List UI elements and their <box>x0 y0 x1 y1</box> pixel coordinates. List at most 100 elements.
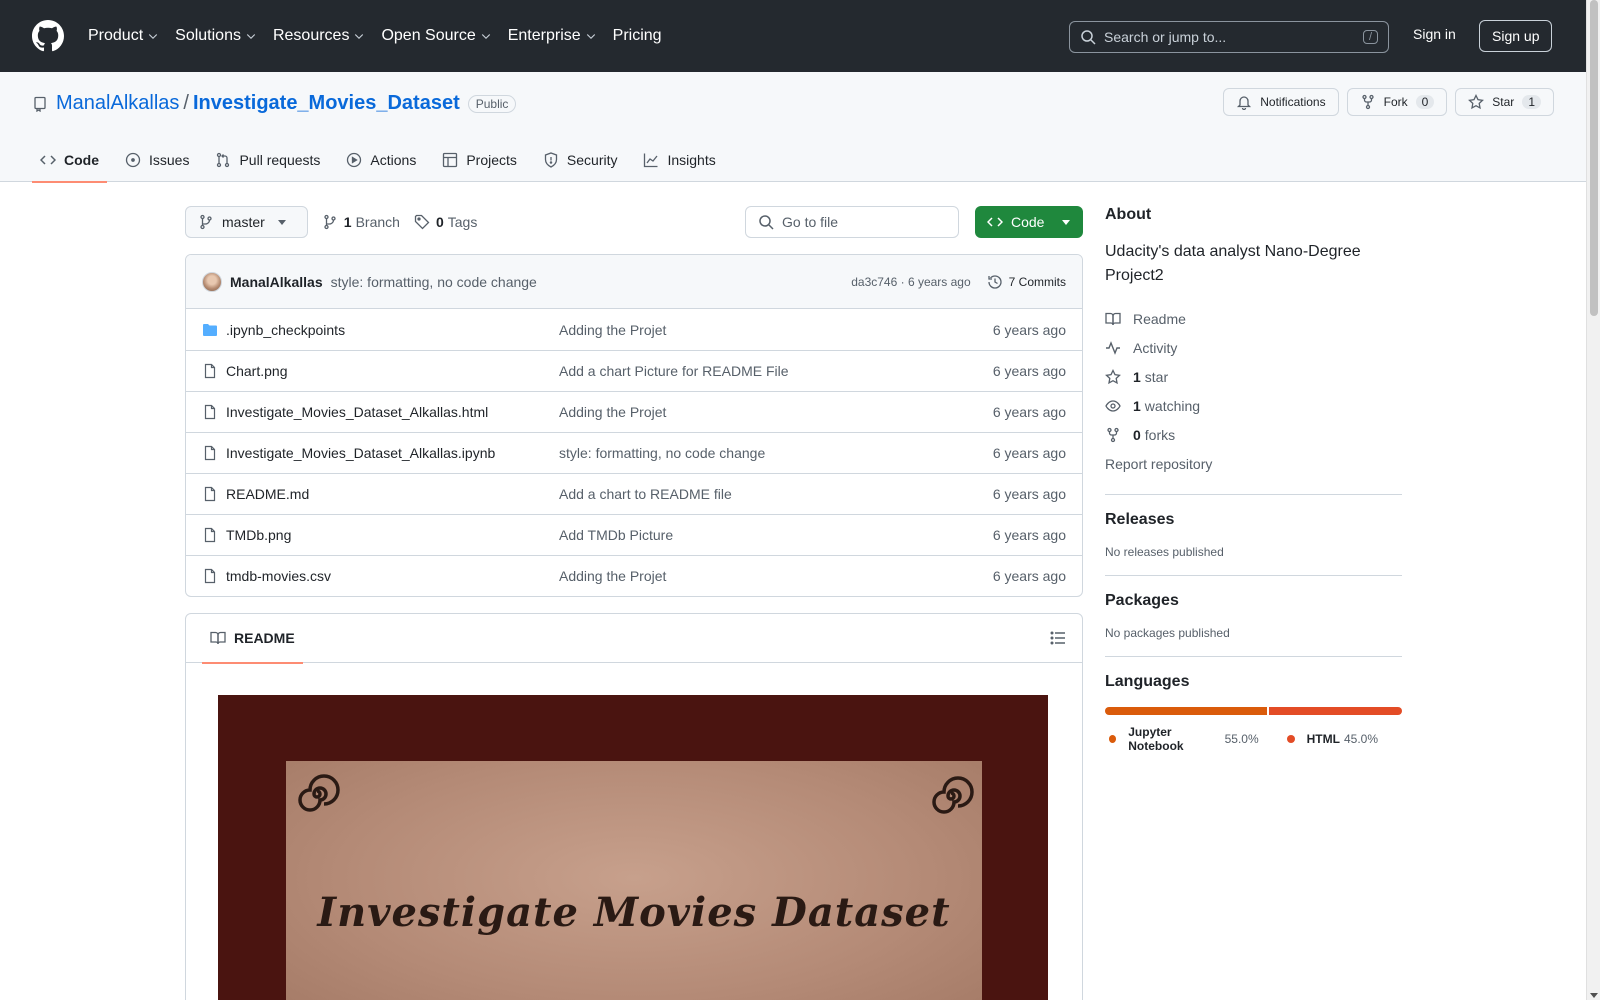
star-icon <box>1468 94 1485 110</box>
branches-link[interactable]: 1 Branch <box>322 214 400 230</box>
stars-link[interactable]: 1 star <box>1105 362 1402 391</box>
tab-insights[interactable]: Insights <box>635 138 723 182</box>
file-row[interactable]: TMDb.png Add TMDb Picture 6 years ago <box>186 514 1082 555</box>
readme-tab[interactable]: README <box>202 614 303 664</box>
activity-link[interactable]: Activity <box>1105 333 1402 362</box>
readme-link[interactable]: Readme <box>1105 304 1402 333</box>
nav-product[interactable]: Product <box>88 27 159 45</box>
fork-button[interactable]: Fork 0 <box>1346 88 1448 116</box>
file-row[interactable]: Investigate_Movies_Dataset_Alkallas.html… <box>186 391 1082 432</box>
code-dropdown-button[interactable]: Code <box>975 206 1083 238</box>
file-name-link[interactable]: .ipynb_checkpoints <box>226 322 559 338</box>
repo-description: Udacity's data analyst Nano-Degree Proje… <box>1105 243 1361 284</box>
file-icon <box>204 445 216 461</box>
file-row[interactable]: .ipynb_checkpoints Adding the Projet 6 yea… <box>186 309 1082 350</box>
nav-solutions[interactable]: Solutions <box>175 27 257 45</box>
file-name-link[interactable]: Investigate_Movies_Dataset_Alkallas.ipyn… <box>226 445 559 461</box>
tab-actions[interactable]: Actions <box>338 138 424 182</box>
language-list: Jupyter Notebook 55.0% HTML 45.0% <box>1105 725 1402 753</box>
star-icon <box>1105 368 1121 384</box>
language-item[interactable]: Jupyter Notebook 55.0% <box>1105 725 1259 753</box>
tab-code[interactable]: Code <box>32 138 107 183</box>
list-icon[interactable] <box>1050 630 1066 646</box>
forks-count: 0 <box>1133 426 1141 443</box>
file-commit-message-link[interactable]: Add a chart Picture for README File <box>559 363 993 379</box>
packages-empty-text: No packages published <box>1105 626 1230 640</box>
chevron-down-icon <box>148 34 158 40</box>
tab-pull-requests[interactable]: Pull requests <box>207 138 328 182</box>
watching-count: 1 <box>1133 397 1141 414</box>
nav-enterprise[interactable]: Enterprise <box>508 27 597 45</box>
nav-open-source[interactable]: Open Source <box>381 27 491 45</box>
repo-icon <box>34 96 46 112</box>
github-logo-icon[interactable] <box>32 20 64 52</box>
commit-hash-link[interactable]: da3c746 · 6 years ago <box>851 275 970 289</box>
language-bar-segment[interactable] <box>1269 707 1402 715</box>
releases-empty-text: No releases published <box>1105 545 1224 559</box>
file-row[interactable]: README.md Add a chart to README file 6 yea… <box>186 473 1082 514</box>
file-name-link[interactable]: tmdb-movies.csv <box>226 568 559 584</box>
file-icon <box>204 527 216 543</box>
releases-heading[interactable]: Releases <box>1105 511 1402 529</box>
commits-history-link[interactable]: 7 Commits <box>987 274 1066 290</box>
language-item[interactable]: HTML 45.0% <box>1283 725 1378 753</box>
tab-issues[interactable]: Issues <box>117 138 197 182</box>
file-row[interactable]: tmdb-movies.csv Adding the Projet 6 years … <box>186 555 1082 596</box>
branch-count-label: Branch <box>355 214 400 230</box>
forks-link[interactable]: 0 forks <box>1105 420 1402 449</box>
file-commit-message-link[interactable]: Adding the Projet <box>559 404 993 420</box>
file-row[interactable]: Chart.png Add a chart Picture for README … <box>186 350 1082 391</box>
file-name-link[interactable]: TMDb.png <box>226 527 559 543</box>
tab-security[interactable]: Security <box>535 138 626 182</box>
nav-pricing[interactable]: Pricing <box>613 27 662 45</box>
watching-label: watching <box>1144 397 1201 414</box>
file-type-icon <box>202 445 218 461</box>
file-row[interactable]: Investigate_Movies_Dataset_Alkallas.ipyn… <box>186 432 1082 473</box>
search-input[interactable]: Search or jump to... / <box>1069 21 1389 53</box>
packages-heading[interactable]: Packages <box>1105 592 1402 610</box>
table-icon <box>443 152 458 168</box>
tab-actions-label: Actions <box>370 152 417 168</box>
notifications-button[interactable]: Notifications <box>1223 88 1339 116</box>
file-name-link[interactable]: Chart.png <box>226 363 559 379</box>
tags-link[interactable]: 0 Tags <box>414 214 477 230</box>
file-name-link[interactable]: Investigate_Movies_Dataset_Alkallas.html <box>226 404 559 420</box>
sign-up-button[interactable]: Sign up <box>1479 20 1553 52</box>
file-icon <box>204 568 216 584</box>
search-icon <box>1081 30 1096 45</box>
tab-projects[interactable]: Projects <box>434 138 525 182</box>
nav-resources[interactable]: Resources <box>273 27 365 45</box>
star-button[interactable]: Star 1 <box>1455 88 1554 116</box>
page-scrollbar[interactable] <box>1586 0 1600 1000</box>
file-name-link[interactable]: README.md <box>226 486 559 502</box>
repo-name-link[interactable]: Investigate_Movies_Dataset <box>193 92 460 115</box>
tab-security-label: Security <box>566 152 618 168</box>
commit-message-link[interactable]: style: formatting, no code change <box>331 274 537 290</box>
branch-selector[interactable]: master <box>185 206 308 238</box>
code-icon <box>40 155 56 165</box>
file-commit-message-link[interactable]: style: formatting, no code change <box>559 445 993 461</box>
file-icon <box>204 486 216 502</box>
go-to-file-input[interactable]: Go to file <box>745 206 959 238</box>
releases-section: Releases No releases published <box>1105 494 1402 559</box>
readme-header: README <box>186 614 1082 664</box>
file-commit-message-link[interactable]: Add a chart to README file <box>559 486 993 502</box>
file-commit-message-link[interactable]: Adding the Projet <box>559 568 993 584</box>
scroll-down-arrow-icon[interactable] <box>1590 993 1598 998</box>
sign-in-link[interactable]: Sign in <box>1413 26 1456 42</box>
scrollbar-thumb[interactable] <box>1590 0 1598 316</box>
language-bar-segment[interactable] <box>1105 707 1268 715</box>
tag-count-label: Tags <box>447 214 478 230</box>
watchers-link[interactable]: 1 watching <box>1105 391 1402 420</box>
nav-pricing-label: Pricing <box>612 27 662 44</box>
report-repository-link[interactable]: Report repository <box>1105 449 1402 478</box>
file-type-icon <box>202 568 218 584</box>
commit-author-link[interactable]: ManalAlkallas <box>230 274 323 290</box>
play-icon <box>347 152 362 168</box>
file-commit-message-link[interactable]: Add TMDb Picture <box>559 527 993 543</box>
file-commit-message-link[interactable]: Adding the Projet <box>559 322 993 338</box>
repo-owner-link[interactable]: ManalAlkallas <box>56 92 179 115</box>
folder-icon <box>203 323 217 336</box>
search-placeholder: Search or jump to... <box>1104 29 1227 45</box>
avatar[interactable] <box>202 271 222 292</box>
